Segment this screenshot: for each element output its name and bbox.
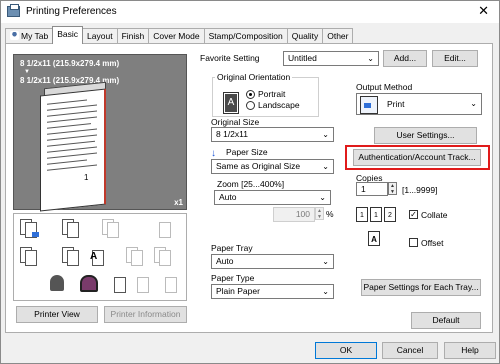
paper-tray-label: Paper Tray xyxy=(211,243,253,253)
paper-size-select[interactable]: Same as Original Size ⌄ xyxy=(211,159,334,174)
paper-tray-select[interactable]: Auto ⌄ xyxy=(211,254,334,269)
arrow-down-icon: ↓ xyxy=(211,148,216,159)
zoom-spinner[interactable]: ▲ ▼ xyxy=(315,207,324,220)
chevron-down-icon: ⌄ xyxy=(322,287,329,296)
tab-layout[interactable]: Layout xyxy=(82,28,118,44)
document-icon[interactable] xyxy=(20,219,40,239)
portrait-label: Portrait xyxy=(258,89,286,99)
document-icon[interactable] xyxy=(20,247,40,267)
tab-cover-mode[interactable]: Cover Mode xyxy=(148,28,205,44)
chevron-down-icon: ⌄ xyxy=(470,99,477,108)
portrait-radio[interactable] xyxy=(246,90,255,99)
zoom-label: Zoom [25...400%] xyxy=(217,179,285,189)
chevron-down-icon: ⌄ xyxy=(319,193,326,202)
help-button[interactable]: Help xyxy=(444,342,496,359)
collate-page-icon: 1 xyxy=(356,207,368,222)
collate-page-icon: 2 xyxy=(384,207,396,222)
add-button[interactable]: Add... xyxy=(383,50,427,67)
output-method-label: Output Method xyxy=(356,82,413,92)
zoom-select[interactable]: Auto ⌄ xyxy=(214,190,331,205)
tab-quality[interactable]: Quality xyxy=(286,28,324,44)
text-icon[interactable]: A xyxy=(87,247,107,267)
offset-checkbox[interactable] xyxy=(409,238,418,247)
window-title: Printing Preferences xyxy=(26,6,117,17)
paper-type-label: Paper Type xyxy=(211,273,255,283)
edit-button[interactable]: Edit... xyxy=(432,50,478,67)
copies-input[interactable]: 1 xyxy=(356,182,388,196)
preview-sheet xyxy=(40,88,106,212)
close-icon[interactable]: ✕ xyxy=(478,3,489,19)
page-icon[interactable] xyxy=(109,274,129,294)
authentication-account-track-button[interactable]: Authentication/Account Track... xyxy=(353,149,481,166)
default-button[interactable]: Default xyxy=(411,312,481,329)
landscape-label: Landscape xyxy=(258,100,300,110)
chevron-down-icon: ⌄ xyxy=(367,54,374,63)
zoom-percent-unit: % xyxy=(326,209,334,219)
preview-arrow-icon: ▼ xyxy=(24,69,30,75)
portrait-preview-icon: A xyxy=(223,92,239,114)
document-icon[interactable] xyxy=(62,219,82,239)
preview-page-number: 1 xyxy=(84,173,89,182)
offset-icon: A xyxy=(368,231,380,246)
cancel-button[interactable]: Cancel xyxy=(382,342,438,359)
document-icon[interactable] xyxy=(62,247,82,267)
stamp-icon[interactable] xyxy=(154,219,174,239)
collate-label: Collate xyxy=(421,210,448,220)
print-preview: 8 1/2x11 (215.9x279.4 mm) ▼ 8 1/2x11 (21… xyxy=(13,54,187,212)
title-bar: Printing Preferences ✕ xyxy=(1,1,499,23)
preview-original-size: 8 1/2x11 (215.9x279.4 mm) xyxy=(20,59,120,68)
person-icon[interactable] xyxy=(48,274,68,294)
chevron-down-icon: ⌄ xyxy=(322,257,329,266)
function-icon-grid: A xyxy=(13,213,187,301)
chevron-down-icon: ⌄ xyxy=(322,130,329,139)
copies-range: [1...9999] xyxy=(402,185,438,195)
paper-type-select[interactable]: Plain Paper ⌄ xyxy=(211,284,334,299)
favorite-setting-select[interactable]: Untitled ⌄ xyxy=(283,51,379,66)
user-icon xyxy=(10,31,19,40)
tab-strip: My Tab Basic Layout Finish Cover Mode St… xyxy=(5,26,354,44)
preview-zoom-label: x1 xyxy=(174,198,183,207)
paper-settings-button[interactable]: Paper Settings for Each Tray... xyxy=(361,279,481,296)
printer-view-button[interactable]: Printer View xyxy=(16,306,98,323)
original-size-select[interactable]: 8 1/2x11 ⌄ xyxy=(211,127,334,142)
copies-spinner[interactable]: ▲ ▼ xyxy=(388,182,397,195)
offset-label: Offset xyxy=(421,238,444,248)
tab-basic[interactable]: Basic xyxy=(52,26,84,44)
printer-icon xyxy=(7,4,20,17)
ok-button[interactable]: OK xyxy=(315,342,377,359)
printing-preferences-window: Printing Preferences ✕ My Tab Basic Layo… xyxy=(0,0,500,364)
print-output-icon xyxy=(360,96,378,114)
page-icon[interactable] xyxy=(132,274,152,294)
tab-stamp-composition[interactable]: Stamp/Composition xyxy=(203,28,288,44)
tab-other[interactable]: Other xyxy=(322,28,354,44)
collate-page-icon: 1 xyxy=(370,207,382,222)
orientation-group-title: Original Orientation xyxy=(215,72,293,82)
printer-information-button[interactable]: Printer Information xyxy=(104,306,187,323)
user-settings-button[interactable]: User Settings... xyxy=(374,127,477,144)
chevron-down-icon: ⌄ xyxy=(322,162,329,171)
document-icon[interactable] xyxy=(154,247,174,267)
tab-my-tab[interactable]: My Tab xyxy=(5,28,54,44)
landscape-radio[interactable] xyxy=(246,101,255,110)
collate-checkbox[interactable]: ✓ xyxy=(409,210,418,219)
zoom-percent-input[interactable]: 100 xyxy=(273,207,315,222)
page-icon[interactable] xyxy=(160,274,180,294)
original-size-label: Original Size xyxy=(211,117,260,127)
favorite-setting-label: Favorite Setting xyxy=(200,53,260,63)
document-icon[interactable] xyxy=(102,219,122,239)
person-icon[interactable] xyxy=(79,274,99,294)
tab-finish[interactable]: Finish xyxy=(116,28,150,44)
paper-size-label: Paper Size xyxy=(226,147,268,157)
booklet-icon[interactable] xyxy=(126,247,146,267)
